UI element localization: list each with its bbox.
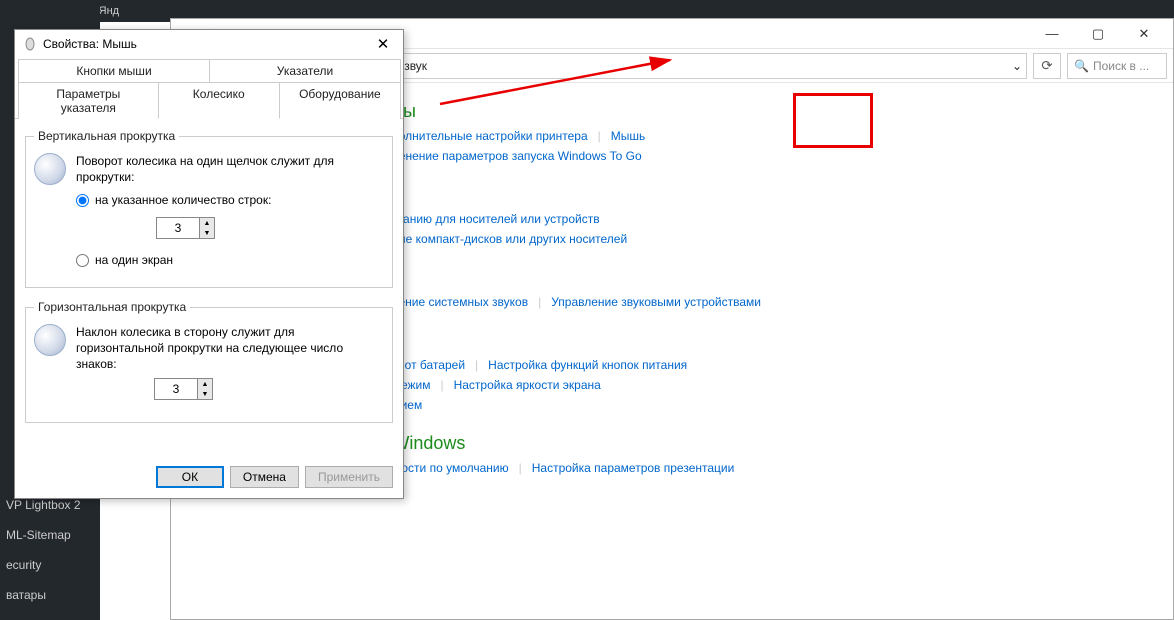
radio-screen[interactable]: на один экран [76,253,384,267]
top-item[interactable]: Янд [99,5,119,17]
lines-spinner[interactable]: ▲ ▼ [156,217,215,239]
lines-spinner-input[interactable] [157,218,199,238]
search-placeholder: Поиск в ... [1093,59,1149,73]
search-input[interactable]: 🔍 Поиск в ... [1067,53,1167,79]
radio-lines[interactable]: на указанное количество строк: [76,193,384,207]
sidebar-item[interactable]: ватары [0,580,100,610]
dialog-tabs: Кнопки мыши Указатели Параметры указател… [15,58,403,119]
vertical-scroll-group: Вертикальная прокрутка Поворот колесика … [25,129,393,288]
link-divider: | [475,355,478,375]
minimize-button[interactable]: — [1029,20,1075,48]
dialog-close-button[interactable]: ✕ [371,32,395,56]
maximize-button[interactable]: ▢ [1075,20,1121,48]
spinner-up[interactable]: ▲ [198,379,212,389]
spinner-down[interactable]: ▼ [198,389,212,399]
radio-lines-input[interactable] [76,194,89,207]
link-windows-togo[interactable]: Изменение параметров запуска Windows To … [376,146,641,166]
cancel-button[interactable]: Отмена [230,466,299,488]
apply-button[interactable]: Применить [305,466,393,488]
sidebar-item[interactable]: ecurity [0,550,100,580]
group-legend: Горизонтальная прокрутка [34,300,190,314]
radio-screen-label: на один экран [95,253,173,267]
tab-wheel[interactable]: Колесико [158,82,280,119]
dialog-titlebar: Свойства: Мышь ✕ [15,30,403,58]
spinner-up[interactable]: ▲ [200,218,214,228]
hchars-spinner[interactable]: ▲ ▼ [154,378,213,400]
tab-pointers[interactable]: Указатели [209,59,401,82]
link[interactable]: Настройка функций кнопок питания [488,355,687,375]
link[interactable]: Настройка яркости экрана [454,375,601,395]
group-legend: Вертикальная прокрутка [34,129,179,143]
link-divider: | [598,126,601,146]
dialog-title: Свойства: Мышь [43,37,371,51]
wheel-icon [34,153,66,185]
close-button[interactable]: ✕ [1121,20,1167,48]
tab-pointer-options[interactable]: Параметры указателя [18,82,159,119]
group-desc: Поворот колесика на один щелчок служит д… [76,153,384,185]
link-printer-settings[interactable]: Дополнительные настройки принтера [377,126,587,146]
tab-hardware[interactable]: Оборудование [279,82,401,119]
link-mouse[interactable]: Мышь [611,126,646,146]
annotation-red-box [793,93,873,148]
link[interactable]: Управление звуковыми устройствами [551,292,761,312]
dialog-button-row: ОК Отмена Применить [156,466,393,488]
search-icon: 🔍 [1074,59,1089,73]
mouse-icon [23,37,37,51]
radio-lines-label: на указанное количество строк: [95,193,271,207]
link-divider: | [519,458,522,478]
refresh-button[interactable]: ⟳ [1033,53,1061,79]
spinner-down[interactable]: ▼ [200,228,214,238]
ok-button[interactable]: ОК [156,466,224,488]
tab-buttons[interactable]: Кнопки мыши [18,59,210,82]
group-desc: Наклон колесика в сторону служит для гор… [76,324,384,372]
link-divider: | [440,375,443,395]
hchars-spinner-input[interactable] [155,379,197,399]
wheel-icon [34,324,66,356]
radio-screen-input[interactable] [76,254,89,267]
mouse-properties-dialog: Свойства: Мышь ✕ Кнопки мыши Указатели П… [14,29,404,499]
sidebar-item[interactable]: ML-Sitemap [0,520,100,550]
link-divider: | [538,292,541,312]
link[interactable]: Настройка параметров презентации [532,458,735,478]
horizontal-scroll-group: Горизонтальная прокрутка Наклон колесика… [25,300,393,423]
dialog-body: Вертикальная прокрутка Поворот колесика … [15,119,403,441]
chevron-down-icon[interactable]: ⌄ [1012,59,1022,73]
